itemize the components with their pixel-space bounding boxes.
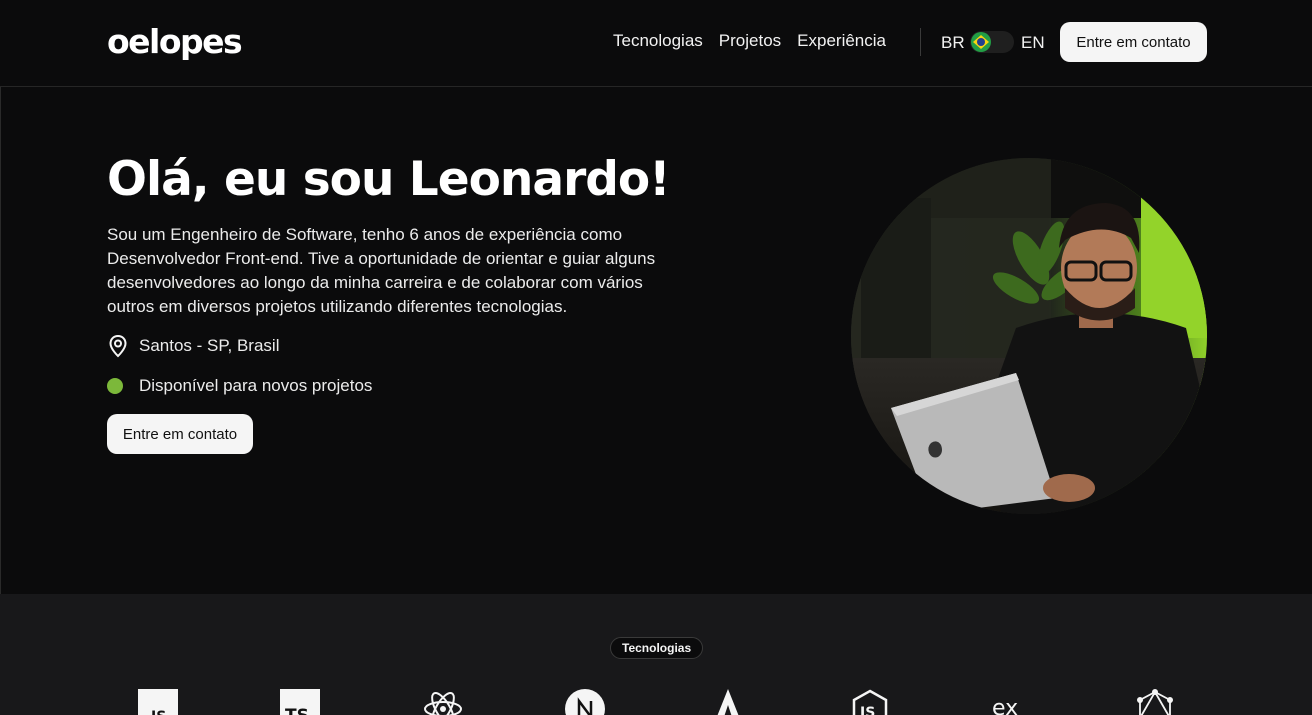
nav-link-experiencia[interactable]: Experiência — [797, 31, 886, 51]
svg-text:TS: TS — [285, 706, 309, 715]
nav-link-projetos[interactable]: Projetos — [719, 31, 781, 51]
location-text: Santos - SP, Brasil — [139, 336, 280, 355]
nodejs-icon: JS — [852, 689, 888, 715]
brazil-flag-icon — [971, 32, 991, 52]
svg-text:JS: JS — [859, 705, 875, 715]
site-header: oelopes Tecnologias Projetos Experiência… — [0, 0, 1312, 87]
site-logo[interactable]: oelopes — [107, 22, 243, 61]
location-row: Santos - SP, Brasil — [107, 334, 279, 358]
javascript-icon: JS — [138, 689, 178, 715]
react-icon — [424, 692, 462, 715]
language-label-br: BR — [941, 33, 965, 52]
header-contact-button[interactable]: Entre em contato — [1060, 22, 1207, 62]
express-icon: ex — [992, 696, 1018, 715]
typescript-icon: TS — [280, 689, 320, 715]
hero-contact-button[interactable]: Entre em contato — [107, 414, 253, 454]
language-toggle[interactable] — [970, 31, 1014, 53]
availability-row: Disponível para novos projetos — [107, 376, 372, 396]
map-pin-icon — [109, 334, 127, 358]
technologies-section: Tecnologias JS TS JS ex — [0, 594, 1312, 715]
svg-text:ex: ex — [992, 696, 1018, 715]
technologies-badge: Tecnologias — [610, 637, 704, 659]
profile-photo-illustration — [851, 158, 1207, 514]
svg-text:JS: JS — [150, 709, 166, 715]
graphql-icon — [1137, 689, 1173, 715]
hero-title: Olá, eu sou Leonardo! — [107, 152, 671, 207]
profile-photo — [851, 158, 1207, 514]
hero-description: Sou um Engenheiro de Software, tenho 6 a… — [107, 225, 656, 316]
language-label-en: EN — [1021, 33, 1045, 52]
availability-dot-icon — [107, 378, 123, 394]
main-nav: Tecnologias Projetos Experiência — [613, 31, 886, 51]
header-divider — [920, 28, 921, 56]
nextjs-icon — [565, 689, 605, 715]
availability-text: Disponível para novos projetos — [139, 376, 373, 395]
nav-link-tecnologias[interactable]: Tecnologias — [613, 31, 703, 51]
angular-icon — [717, 689, 739, 715]
